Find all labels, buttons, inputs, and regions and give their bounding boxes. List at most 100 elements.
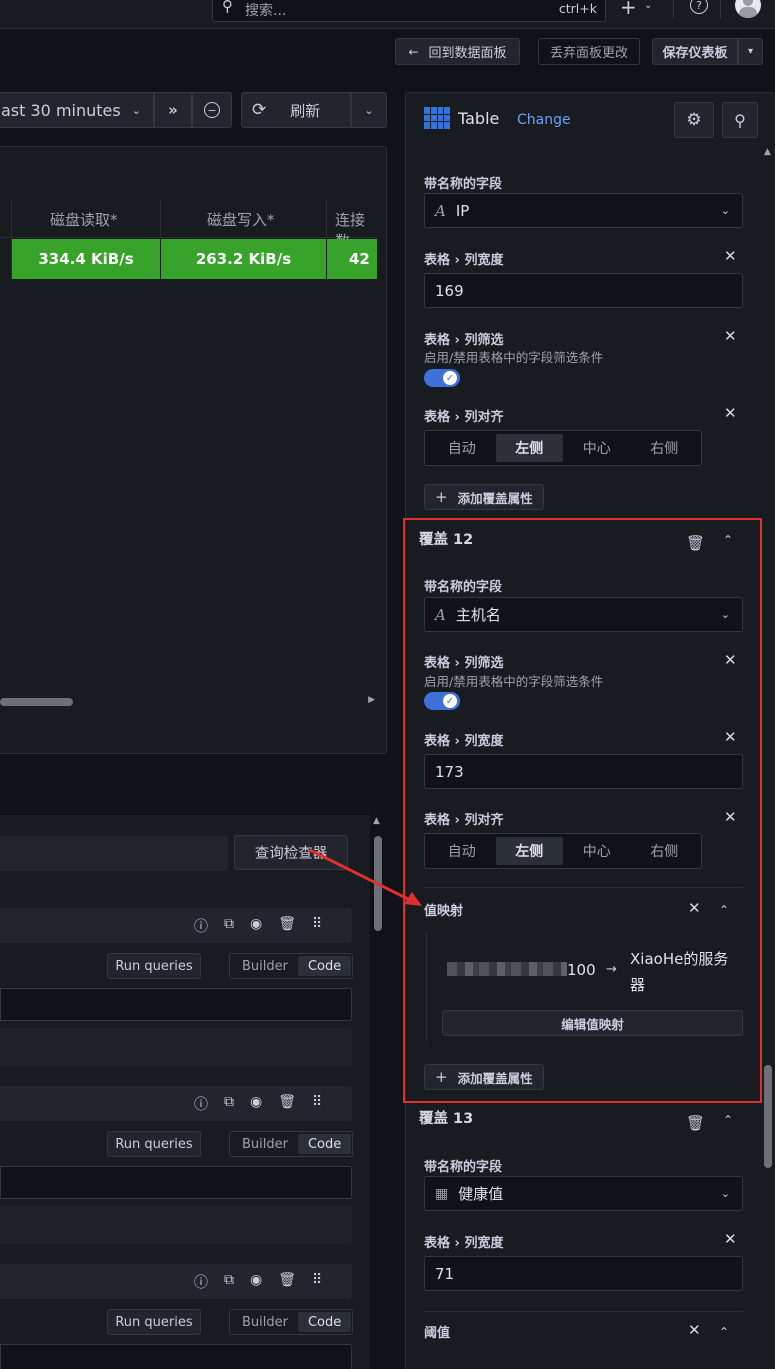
eye-icon[interactable]: ◉ [250, 1272, 262, 1292]
horizontal-scrollbar[interactable]: ▶ [0, 695, 377, 708]
code-option[interactable]: Code [297, 956, 352, 976]
align-right[interactable]: 右侧 [631, 837, 699, 865]
help-icon[interactable]: ⓘ [194, 916, 208, 936]
override-title[interactable]: 覆盖 13 [419, 1107, 473, 1128]
discard-changes-button[interactable]: 丢弃面板更改 [538, 38, 640, 65]
eye-icon[interactable]: ◉ [250, 1094, 262, 1114]
duplicate-icon[interactable]: ⧉ [224, 916, 234, 936]
code-option[interactable]: Code [297, 1312, 352, 1332]
run-queries-button[interactable]: Run queries [107, 1309, 201, 1335]
trash-icon[interactable]: 🗑 [278, 916, 296, 936]
column-filter-toggle[interactable] [424, 369, 460, 387]
remove-property-icon[interactable]: ✕ [724, 808, 737, 826]
time-range-picker[interactable]: ast 30 minutes ⌄ [0, 92, 154, 128]
remove-property-icon[interactable]: ✕ [724, 247, 737, 265]
help-icon[interactable]: ⓘ [194, 1094, 208, 1114]
options-toggle-button[interactable]: ⚙ [674, 102, 714, 138]
code-option[interactable]: Code [297, 1134, 352, 1154]
remove-property-icon[interactable]: ✕ [688, 899, 701, 917]
refresh-interval-button[interactable]: ⌄ [351, 92, 387, 128]
arrow-right-icon: → [606, 962, 617, 977]
field-name-select[interactable]: ▦ 健康值 ⌄ [424, 1176, 743, 1211]
field-name-select[interactable]: A IP ⌄ [424, 193, 743, 228]
scroll-right-icon[interactable]: ▶ [368, 695, 375, 705]
chevron-up-icon[interactable]: ⌃ [723, 533, 733, 547]
column-align-radio[interactable]: 自动 左侧 中心 右侧 [424, 430, 702, 466]
editor-mode-toggle[interactable]: Builder Code [229, 953, 353, 979]
chevron-down-icon[interactable]: ⌄ [644, 0, 652, 11]
query-actions: ⓘ ⧉ ◉ 🗑 ⠿ [194, 1272, 322, 1292]
zoom-out-button[interactable]: − [192, 92, 232, 128]
align-auto[interactable]: 自动 [428, 837, 496, 865]
duplicate-icon[interactable]: ⧉ [224, 1094, 234, 1114]
scrollbar-thumb[interactable] [0, 698, 73, 706]
edit-value-mappings-button[interactable]: 编辑值映射 [442, 1010, 743, 1036]
align-center[interactable]: 中心 [563, 837, 631, 865]
align-auto[interactable]: 自动 [428, 434, 496, 462]
builder-option[interactable]: Builder [232, 1134, 298, 1154]
options-scrollbar[interactable]: ▲ [762, 145, 775, 1369]
field-name-select[interactable]: A 主机名 ⌄ [424, 597, 743, 632]
scroll-up-icon[interactable]: ▲ [373, 816, 380, 826]
drag-handle-icon[interactable]: ⠿ [312, 1094, 322, 1114]
chevron-up-icon[interactable]: ⌃ [723, 1113, 733, 1127]
remove-property-icon[interactable]: ✕ [724, 1230, 737, 1248]
query-input[interactable] [0, 988, 352, 1021]
run-queries-button[interactable]: Run queries [107, 953, 201, 979]
column-header[interactable]: 磁盘写入* [207, 209, 275, 230]
search-bar[interactable]: ⚲ 搜索... ctrl+k [212, 0, 606, 22]
chevron-down-icon: ▾ [747, 46, 754, 57]
editor-mode-toggle[interactable]: Builder Code [229, 1309, 353, 1335]
column-header[interactable]: 磁盘读取* [50, 209, 118, 230]
change-viz-link[interactable]: Change [517, 112, 571, 128]
query-options[interactable] [0, 1206, 352, 1244]
override-title[interactable]: 覆盖 12 [419, 528, 473, 549]
refresh-icon: ⟳ [252, 100, 267, 120]
trash-icon[interactable]: 🗑 [686, 1114, 705, 1132]
remove-property-icon[interactable]: ✕ [724, 327, 737, 345]
chevron-up-icon[interactable]: ⌃ [719, 903, 729, 917]
remove-property-icon[interactable]: ✕ [724, 651, 737, 669]
builder-option[interactable]: Builder [232, 956, 298, 976]
trash-icon[interactable]: 🗑 [278, 1094, 296, 1114]
remove-property-icon[interactable]: ✕ [724, 728, 737, 746]
trash-icon[interactable]: 🗑 [686, 534, 705, 552]
time-forward-button[interactable]: » [154, 92, 192, 128]
remove-property-icon[interactable]: ✕ [688, 1321, 701, 1339]
remove-property-icon[interactable]: ✕ [724, 404, 737, 422]
save-dashboard-button[interactable]: 保存仪表板 [652, 38, 738, 65]
column-width-input[interactable]: 71 [424, 1256, 743, 1291]
add-override-property-button[interactable]: + 添加覆盖属性 [424, 484, 544, 510]
query-input[interactable] [0, 1166, 352, 1199]
column-width-input[interactable]: 173 [424, 754, 743, 789]
scrollbar-thumb[interactable] [764, 1065, 772, 1168]
save-options-button[interactable]: ▾ [738, 38, 763, 65]
plus-icon[interactable]: + [620, 0, 637, 19]
column-align-radio[interactable]: 自动 左侧 中心 右侧 [424, 833, 702, 869]
drag-handle-icon[interactable]: ⠿ [312, 1272, 322, 1292]
eye-icon[interactable]: ◉ [250, 916, 262, 936]
column-filter-toggle[interactable] [424, 692, 460, 710]
builder-option[interactable]: Builder [232, 1312, 298, 1332]
scroll-up-icon[interactable]: ▲ [764, 147, 771, 157]
query-options[interactable] [0, 1028, 352, 1066]
align-right[interactable]: 右侧 [631, 434, 699, 462]
redacted-value [447, 962, 567, 976]
trash-icon[interactable]: 🗑 [278, 1272, 296, 1292]
refresh-button[interactable]: ⟳ 刷新 [241, 92, 351, 128]
sliders-icon: ⚙ [686, 110, 702, 130]
add-override-property-button[interactable]: + 添加覆盖属性 [424, 1064, 544, 1090]
align-left[interactable]: 左侧 [495, 434, 563, 462]
column-width-input[interactable]: 169 [424, 273, 743, 308]
back-to-dashboard-button[interactable]: ← 回到数据面板 [395, 38, 520, 65]
run-queries-button[interactable]: Run queries [107, 1131, 201, 1157]
align-center[interactable]: 中心 [563, 434, 631, 462]
search-options-button[interactable]: ⚲ [722, 102, 758, 138]
table-header-row: 磁盘读取* 磁盘写入* 连接数 [0, 200, 377, 250]
chevron-up-icon[interactable]: ⌃ [719, 1325, 729, 1339]
duplicate-icon[interactable]: ⧉ [224, 1272, 234, 1292]
query-input[interactable] [0, 1344, 352, 1369]
align-left[interactable]: 左侧 [495, 837, 563, 865]
editor-mode-toggle[interactable]: Builder Code [229, 1131, 353, 1157]
help-icon[interactable]: ⓘ [194, 1272, 208, 1292]
